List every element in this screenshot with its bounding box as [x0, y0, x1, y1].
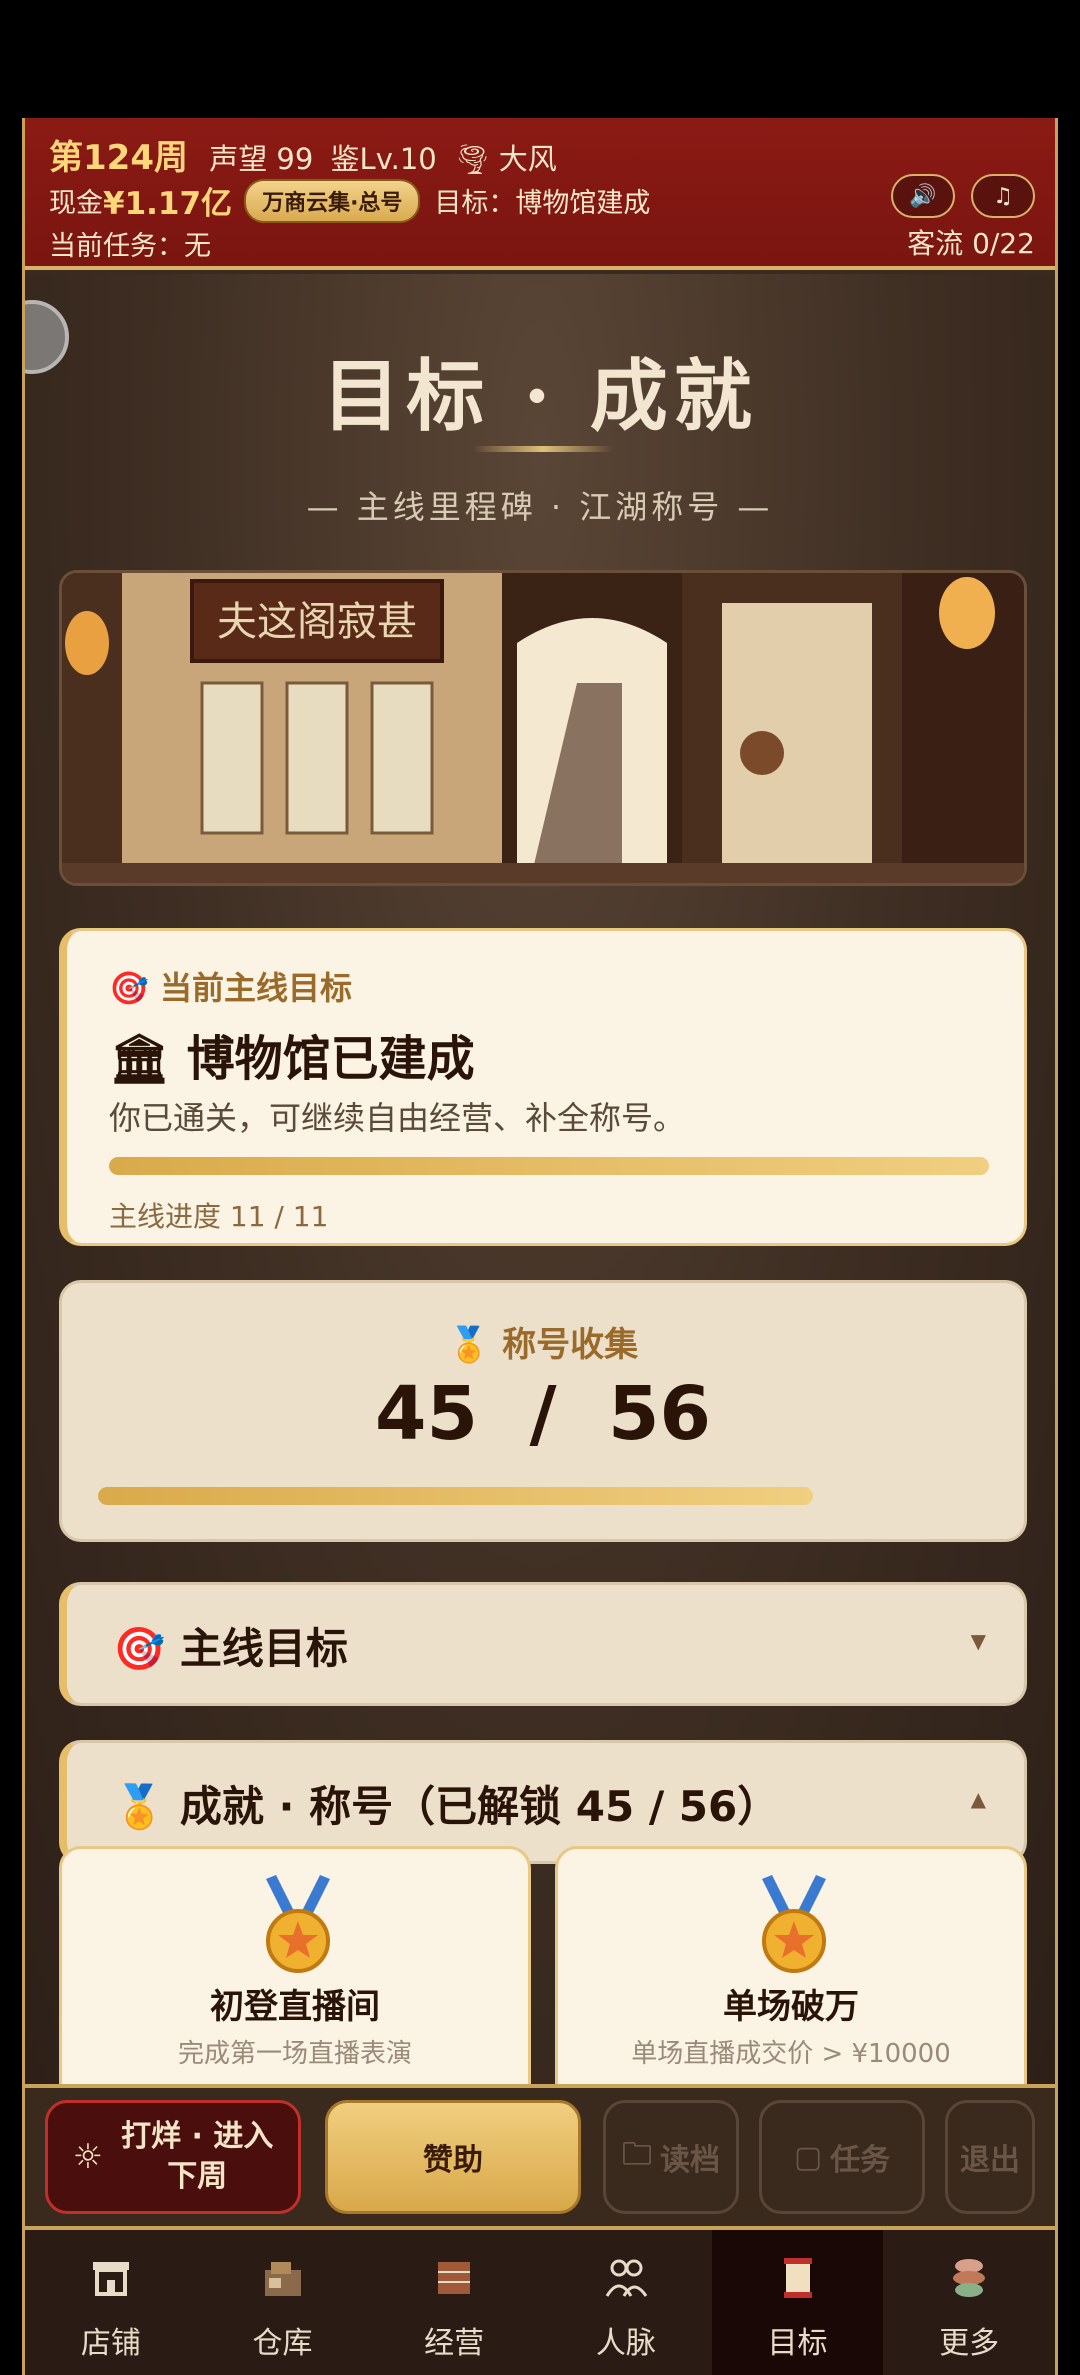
- achievement-name: 单场破万: [723, 1987, 859, 2027]
- tab-shop[interactable]: 店铺: [25, 2230, 197, 2375]
- achievement-desc: 单场直播成交价 > ¥10000: [631, 2039, 951, 2069]
- level-value: 鉴Lv.10: [330, 142, 437, 176]
- hall-sign-text: 夫这阁寂甚: [217, 599, 417, 645]
- tab-label: 人脉: [595, 2326, 656, 2361]
- chevron-down-icon: ▼: [970, 1629, 986, 1653]
- collection-progress-bar: [98, 1487, 988, 1505]
- music-toggle-button[interactable]: ♫: [971, 174, 1035, 218]
- achievements-section-title: 🏅 成就 · 称号（已解锁 45 / 56）: [113, 1782, 780, 1831]
- target-icon: 🎯: [109, 969, 149, 1007]
- weather-value: 大风: [498, 142, 557, 176]
- folder-icon: 🗀: [622, 2136, 652, 2172]
- status-bar-area: [0, 0, 1080, 118]
- achievement-tile[interactable]: 单场破万 单场直播成交价 > ¥10000: [555, 1846, 1027, 2106]
- page-subtitle: — 主线里程碑 · 江湖称号 —: [306, 488, 774, 526]
- collection-progress-fill: [98, 1487, 814, 1505]
- tab-label: 更多: [939, 2326, 1000, 2361]
- tab-label: 店铺: [80, 2326, 141, 2361]
- goal-scroll-icon: [783, 2258, 812, 2298]
- tab-business[interactable]: 经营: [368, 2230, 540, 2375]
- page-title: 目标 · 成就: [322, 351, 758, 442]
- current-task: 当前任务：无: [49, 231, 211, 262]
- main-progress-fill: [109, 1157, 989, 1175]
- warehouse-icon: [264, 2262, 301, 2296]
- tab-label: 经营: [424, 2326, 485, 2361]
- current-goal-description: 你已通关，可继续自由经营、补全称号。: [109, 1099, 686, 1137]
- achievement-tile[interactable]: 初登直播间 完成第一场直播表演: [59, 1846, 531, 2106]
- tasks-button[interactable]: ▢ 任务: [759, 2100, 925, 2214]
- museum-hall-illustration: 夫这阁寂甚: [62, 573, 1024, 883]
- cash-value: ¥1.17亿: [103, 186, 233, 222]
- end-week-button[interactable]: ☼ 打烊 · 进入 下周: [45, 2100, 301, 2214]
- museum-icon: 🏛: [109, 1031, 170, 1087]
- tab-people[interactable]: 人脉: [540, 2230, 712, 2375]
- collection-label: 🏅 称号收集: [447, 1325, 639, 1365]
- tab-label: 仓库: [252, 2326, 313, 2361]
- exit-button[interactable]: 退出: [945, 2100, 1035, 2214]
- header-row-cash: 现金 ¥1.17亿 万商云集·总号 目标：博物馆建成: [49, 178, 650, 223]
- bottom-tab-bar: 店铺 仓库 经营 人脉 目标 更多: [25, 2226, 1055, 2375]
- shop-icon: [92, 2262, 129, 2296]
- current-goal-card: 🎯 当前主线目标 🏛 博物馆已建成 你已通关，可继续自由经营、补全称号。 主线进…: [59, 928, 1027, 1246]
- title-badge[interactable]: 万商云集·总号: [244, 178, 421, 223]
- sponsor-button[interactable]: 赞助: [325, 2100, 581, 2214]
- medal-icon: [762, 1875, 826, 1973]
- sound-toggle-button[interactable]: 🔊: [891, 174, 955, 218]
- main-progress-text: 主线进度 11 / 11: [109, 1200, 329, 1233]
- sun-icon: ☼: [72, 2137, 104, 2177]
- medal-icon: 🏅: [113, 1782, 166, 1831]
- header-row-stats: 第124周 声望 99 鉴Lv.10 🌪 大风: [49, 130, 565, 179]
- action-bar: ☼ 打烊 · 进入 下周 赞助 🗀 读档 ▢ 任务 退出: [25, 2084, 1055, 2226]
- current-goal-label: 🎯 当前主线目标: [109, 969, 352, 1007]
- title-divider: [473, 446, 613, 452]
- achievement-desc: 完成第一场直播表演: [177, 2039, 412, 2069]
- reputation-value: 声望 99: [209, 142, 314, 176]
- business-icon: [438, 2262, 471, 2294]
- tab-more[interactable]: 更多: [883, 2230, 1055, 2375]
- current-goal-title: 🏛 博物馆已建成: [109, 1031, 475, 1087]
- main-goals-section-title: 🎯 主线目标: [113, 1624, 348, 1673]
- target-icon: 🎯: [113, 1624, 166, 1673]
- collection-count: 45 / 56: [374, 1371, 712, 1457]
- medal-icon: 🏅: [447, 1325, 491, 1365]
- achievement-name: 初登直播间: [210, 1987, 380, 2027]
- tab-goals[interactable]: 目标: [711, 2230, 884, 2375]
- game-header: 第124周 声望 99 鉴Lv.10 🌪 大风 现金 ¥1.17亿 万商云集·总号…: [25, 118, 1055, 270]
- title-collection-card: 🏅 称号收集 45 / 56: [59, 1280, 1027, 1542]
- chevron-up-icon: ▲: [970, 1787, 986, 1811]
- load-save-button[interactable]: 🗀 读档: [603, 2100, 739, 2214]
- main-goals-section[interactable]: 🎯 主线目标 ▼: [59, 1582, 1027, 1706]
- end-week-label: 打烊 · 进入 下周: [121, 2119, 274, 2194]
- app-frame: 第124周 声望 99 鉴Lv.10 🌪 大风 现金 ¥1.17亿 万商云集·总号…: [22, 118, 1058, 2375]
- museum-banner-image: 夫这阁寂甚: [59, 570, 1027, 886]
- traffic-counter: 客流 0/22: [907, 227, 1035, 260]
- tasks-label: 任务: [830, 2143, 891, 2178]
- week-counter: 第124周: [49, 138, 188, 178]
- people-icon: [605, 2259, 648, 2297]
- tab-label: 目标: [767, 2326, 828, 2361]
- tab-warehouse[interactable]: 仓库: [197, 2230, 369, 2375]
- tornado-icon: 🌪: [453, 142, 491, 176]
- goals-page[interactable]: 目标 · 成就 — 主线里程碑 · 江湖称号 — 夫这阁寂甚 🎯 当前主线目标 …: [25, 274, 1055, 2084]
- main-progress-bar: [109, 1157, 989, 1175]
- task-icon: ▢: [793, 2139, 823, 2175]
- load-save-label: 读档: [660, 2143, 720, 2178]
- music-note-icon: ♫: [993, 183, 1013, 209]
- cash-label: 现金: [49, 188, 103, 219]
- more-icon: [953, 2259, 986, 2297]
- medal-icon: [266, 1875, 330, 1973]
- goal-summary: 目标：博物馆建成: [434, 188, 651, 219]
- speaker-icon: 🔊: [909, 183, 937, 209]
